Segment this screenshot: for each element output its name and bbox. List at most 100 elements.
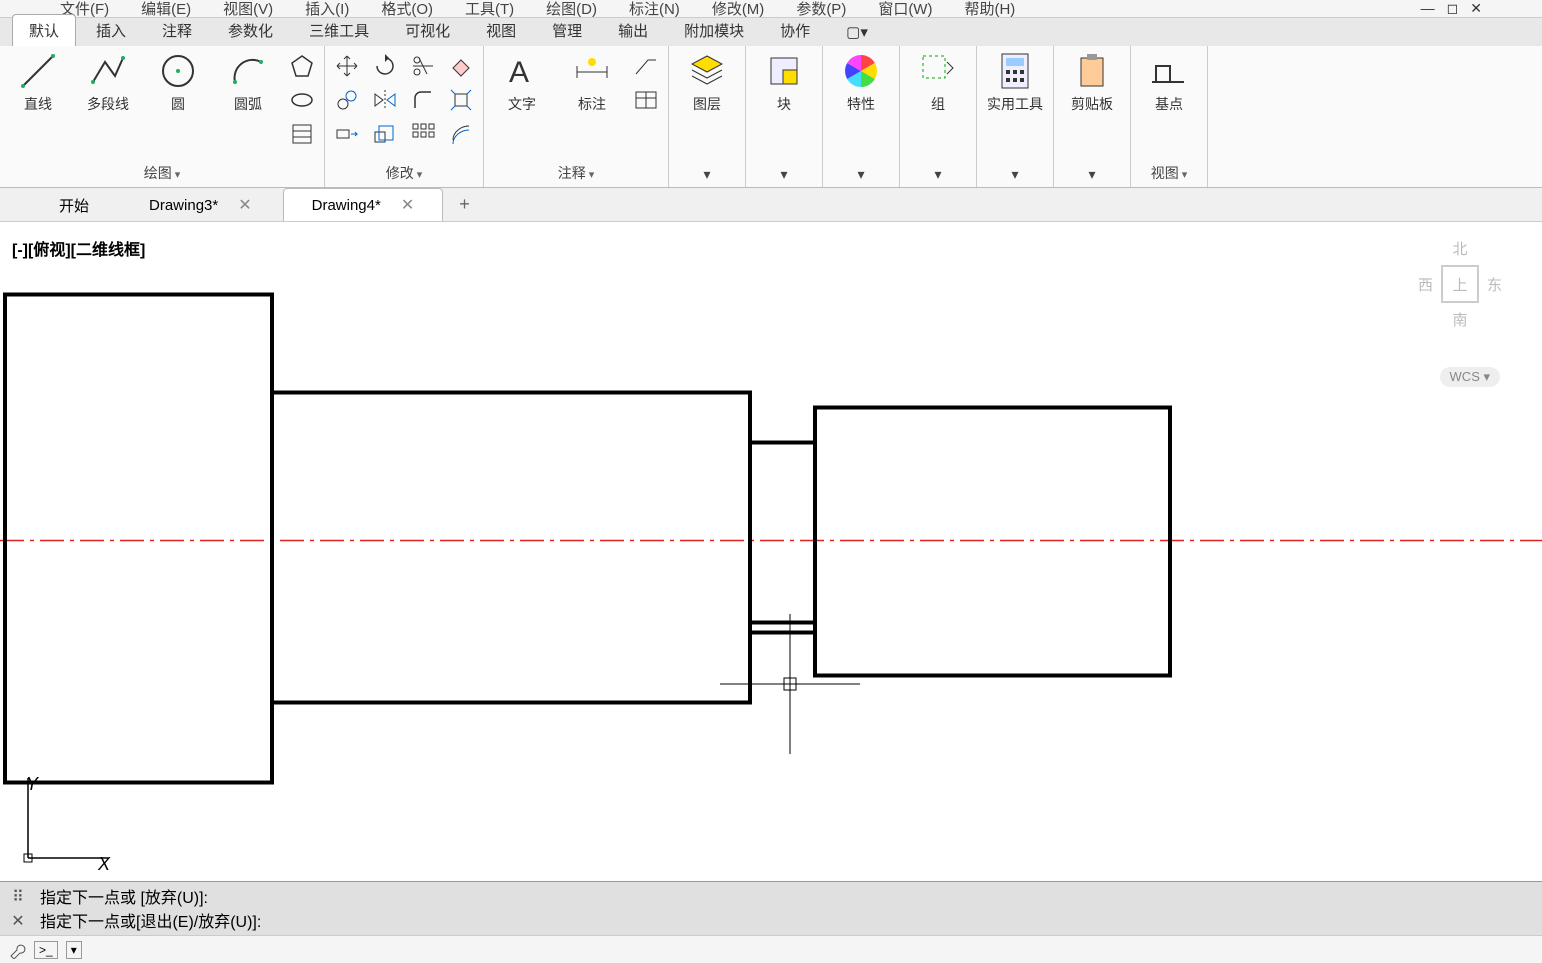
- ribbon-tab-param[interactable]: 参数化: [212, 15, 289, 46]
- filetab-drawing4[interactable]: Drawing4* ✕: [283, 188, 444, 221]
- tool-circle[interactable]: 圆: [150, 52, 206, 114]
- ribbon-panel-property: 特性 ▾: [823, 46, 900, 187]
- tool-group[interactable]: 组: [910, 52, 966, 114]
- filetab-drawing3-label: Drawing3*: [149, 197, 218, 214]
- command-input[interactable]: [90, 941, 1542, 958]
- file-tabs: 开始 Drawing3* ✕ Drawing4* ✕ +: [0, 188, 1542, 222]
- tool-util-label: 实用工具: [987, 94, 1043, 114]
- drawing-content: [0, 222, 1542, 883]
- ribbon-tab-view[interactable]: 视图: [470, 15, 532, 46]
- tool-layer[interactable]: 图层: [679, 52, 735, 114]
- scale-icon[interactable]: [373, 122, 397, 146]
- filetab-drawing4-close-icon[interactable]: ✕: [401, 195, 414, 215]
- ribbon-tab-output[interactable]: 输出: [602, 15, 664, 46]
- panel-dropdown-util[interactable]: ▾: [1011, 166, 1018, 182]
- panel-label-modify[interactable]: 修改: [386, 165, 423, 181]
- filetab-drawing3-close-icon[interactable]: ✕: [238, 195, 251, 215]
- tool-clipboard-label: 剪贴板: [1071, 94, 1113, 114]
- cmdlog-close-icon[interactable]: ✕: [11, 911, 24, 931]
- panel-dropdown-block[interactable]: ▾: [780, 166, 787, 182]
- cmdlog-line-2: 指定下一点或[退出(E)/放弃(U)]:: [40, 908, 1538, 932]
- ribbon-tab-collab[interactable]: 协作: [764, 15, 826, 46]
- array-icon[interactable]: [411, 122, 435, 146]
- ribbon-panel-block: 块 ▾: [746, 46, 823, 187]
- tool-dimension[interactable]: 标注: [564, 52, 620, 114]
- panel-dropdown-property[interactable]: ▾: [857, 166, 864, 182]
- tool-text[interactable]: A 文字: [494, 52, 550, 114]
- ribbon-tab-visualize[interactable]: 可视化: [389, 15, 466, 46]
- rotate-icon[interactable]: [373, 54, 397, 78]
- ribbon-tab-3d[interactable]: 三维工具: [293, 15, 385, 46]
- close-icon[interactable]: ✕: [1470, 0, 1482, 17]
- panel-label-annotate[interactable]: 注释: [558, 165, 595, 181]
- ribbon-panel-util: 实用工具 ▾: [977, 46, 1054, 187]
- ribbon-tab-manage[interactable]: 管理: [536, 15, 598, 46]
- ribbon-panel-annotate: A 文字 标注 注释: [484, 46, 669, 187]
- cmd-history-dropdown[interactable]: ▾: [66, 941, 82, 959]
- tool-text-label: 文字: [508, 94, 536, 114]
- svg-text:A: A: [509, 56, 529, 89]
- cmd-prompt-icon[interactable]: >_: [34, 941, 58, 959]
- tool-util[interactable]: 实用工具: [987, 52, 1043, 114]
- ribbon-tab-more-icon[interactable]: ▢▾: [830, 18, 884, 46]
- tool-arc[interactable]: 圆弧: [220, 52, 276, 114]
- stretch-icon[interactable]: [335, 122, 359, 146]
- colorwheel-icon: [842, 52, 880, 90]
- panel-dropdown-group[interactable]: ▾: [934, 166, 941, 182]
- ribbon-tab-insert[interactable]: 插入: [80, 15, 142, 46]
- maximize-icon[interactable]: ◻: [1447, 0, 1459, 17]
- polygon-icon[interactable]: [290, 54, 314, 78]
- menuitem-help[interactable]: 帮助(H): [964, 0, 1015, 19]
- filetab-drawing3[interactable]: Drawing3* ✕: [120, 188, 281, 221]
- line-icon: [19, 52, 57, 90]
- tool-group-label: 组: [931, 94, 945, 114]
- ribbon-tab-annotate[interactable]: 注释: [146, 15, 208, 46]
- ellipse-icon[interactable]: [290, 88, 314, 112]
- leader-icon[interactable]: [634, 54, 658, 78]
- polyline-icon: [89, 52, 127, 90]
- tool-block[interactable]: 块: [756, 52, 812, 114]
- tool-property[interactable]: 特性: [833, 52, 889, 114]
- fillet-icon[interactable]: [411, 88, 435, 112]
- ribbon-tab-addon[interactable]: 附加模块: [668, 15, 760, 46]
- ribbon-panel-layer: 图层 ▾: [669, 46, 746, 187]
- table-icon[interactable]: [634, 88, 658, 112]
- tool-polyline-label: 多段线: [87, 94, 129, 114]
- window-controls: — ◻ ✕: [1421, 0, 1482, 17]
- tool-base[interactable]: 基点: [1141, 52, 1197, 114]
- filetab-add[interactable]: +: [445, 188, 484, 221]
- ribbon-panel-base: 基点 视图: [1131, 46, 1208, 187]
- ucs-y-label: Y: [26, 774, 38, 795]
- panel-dropdown-clipboard[interactable]: ▾: [1088, 166, 1095, 182]
- move-icon[interactable]: [335, 54, 359, 78]
- ribbon-tab-default[interactable]: 默认: [12, 14, 76, 46]
- wrench-icon[interactable]: [8, 941, 26, 959]
- menuitem-window[interactable]: 窗口(W): [878, 0, 932, 19]
- command-log: ⠿ ✕ 指定下一点或 [放弃(U)]: 指定下一点或[退出(E)/放弃(U)]:: [0, 881, 1542, 935]
- base-icon: [1150, 52, 1188, 90]
- erase-icon[interactable]: [449, 54, 473, 78]
- tool-clipboard[interactable]: 剪贴板: [1064, 52, 1120, 114]
- circle-icon: [159, 52, 197, 90]
- offset-icon[interactable]: [449, 122, 473, 146]
- explode-icon[interactable]: [449, 88, 473, 112]
- filetab-start[interactable]: 开始: [30, 188, 118, 222]
- filetab-drawing4-label: Drawing4*: [312, 197, 381, 214]
- panel-label-draw[interactable]: 绘图: [144, 165, 181, 181]
- mirror-icon[interactable]: [373, 88, 397, 112]
- panel-label-view[interactable]: 视图: [1151, 165, 1188, 181]
- panel-dropdown-layer[interactable]: ▾: [703, 166, 710, 182]
- group-icon: [919, 52, 957, 90]
- trim-icon[interactable]: [411, 54, 435, 78]
- copy-icon[interactable]: [335, 88, 359, 112]
- tool-line-label: 直线: [24, 94, 52, 114]
- tool-arc-label: 圆弧: [234, 94, 262, 114]
- minimize-icon[interactable]: —: [1421, 0, 1435, 17]
- ribbon-panel-clipboard: 剪贴板 ▾: [1054, 46, 1131, 187]
- ribbon-tabs: 默认 插入 注释 参数化 三维工具 可视化 视图 管理 输出 附加模块 协作 ▢…: [0, 18, 1542, 46]
- hatch-icon[interactable]: [290, 122, 314, 146]
- tool-polyline[interactable]: 多段线: [80, 52, 136, 114]
- tool-line[interactable]: 直线: [10, 52, 66, 114]
- drawing-canvas[interactable]: [-][俯视][二维线框] 北 西 上 东 南 WCS ▾: [0, 222, 1542, 883]
- cmdlog-handle-icon[interactable]: ⠿: [12, 887, 24, 907]
